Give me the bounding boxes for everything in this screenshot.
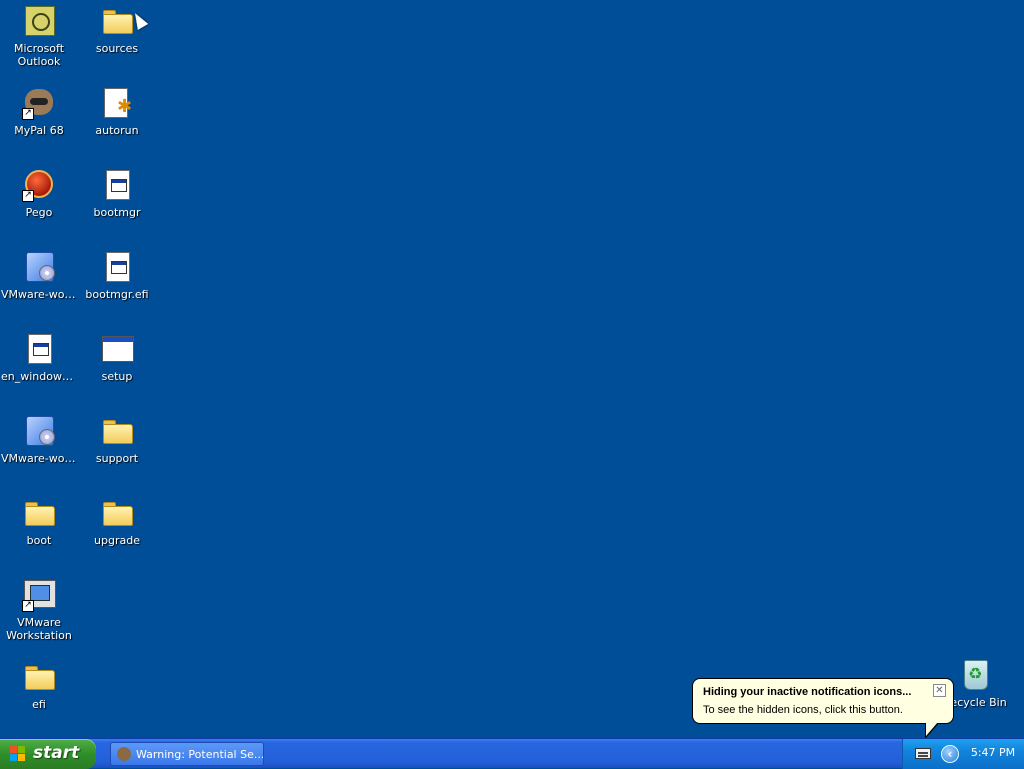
desktop-icon-label: upgrade	[94, 534, 140, 547]
recycle-bin-icon	[958, 658, 992, 692]
vmware-icon: ↗	[22, 578, 56, 612]
desktop-icon-label: bootmgr.efi	[85, 288, 149, 301]
folder-icon	[22, 660, 56, 694]
desktop-icon-label: Pego	[25, 206, 53, 219]
desktop-icon-label: VMware Workstation	[6, 616, 72, 642]
notification-balloon[interactable]: Hiding your inactive notification icons.…	[692, 678, 954, 739]
desktop-icon-bootmgr-efi[interactable]: bootmgr.efi	[78, 250, 156, 301]
folder-icon	[22, 496, 56, 530]
balloon-close-button[interactable]: ✕	[933, 684, 946, 697]
desktop-icon-en-windows[interactable]: en_windows...	[0, 332, 78, 383]
desktop-icon-boot[interactable]: boot	[0, 496, 78, 547]
exe-file-icon	[100, 250, 134, 284]
app-icon	[117, 747, 131, 761]
desktop-icon-label: sources	[95, 42, 139, 55]
taskbar-window-button[interactable]: Warning: Potential Se...	[110, 742, 264, 766]
shortcut-arrow-icon: ↗	[22, 600, 34, 612]
application-window-icon	[100, 332, 134, 366]
system-tray: ‹ 5:47 PM	[902, 739, 1024, 769]
desktop-icon-label: Microsoft Outlook	[13, 42, 65, 68]
desktop-icon-efi[interactable]: efi	[0, 660, 78, 711]
folder-icon	[100, 496, 134, 530]
shortcut-arrow-icon: ↗	[22, 108, 34, 120]
desktop-icon-pego[interactable]: ↗ Pego	[0, 168, 78, 219]
start-label: start	[33, 743, 80, 763]
start-button[interactable]: start	[0, 739, 96, 769]
shortcut-arrow-icon: ↗	[22, 190, 34, 202]
show-hidden-icons-button[interactable]: ‹	[941, 745, 959, 763]
balloon-title: Hiding your inactive notification icons.…	[703, 686, 912, 698]
exe-file-icon	[100, 168, 134, 202]
folder-icon	[100, 4, 134, 38]
taskbar: start Warning: Potential Se... ‹ 5:47 PM	[0, 738, 1024, 769]
autorun-icon	[100, 86, 134, 120]
desktop-icon-bootmgr[interactable]: bootmgr	[78, 168, 156, 219]
mypal-icon: ↗	[22, 86, 56, 120]
desktop[interactable]: Microsoft Outlook ↗ MyPal 68 ↗ Pego VMwa…	[0, 0, 1024, 738]
balloon-text: To see the hidden icons, click this butt…	[703, 704, 903, 716]
desktop-icon-label: setup	[101, 370, 133, 383]
desktop-icon-setup[interactable]: setup	[78, 332, 156, 383]
desktop-icon-label: bootmgr	[93, 206, 141, 219]
desktop-icon-autorun[interactable]: autorun	[78, 86, 156, 137]
folder-icon	[100, 414, 134, 448]
desktop-icon-label: en_windows...	[1, 370, 77, 383]
pego-icon: ↗	[22, 168, 56, 202]
outlook-icon	[22, 4, 56, 38]
desktop-icon-sources[interactable]: sources	[78, 4, 156, 55]
desktop-icon-label: autorun	[95, 124, 139, 137]
desktop-icon-microsoft-outlook[interactable]: Microsoft Outlook	[0, 4, 78, 68]
desktop-icon-mypal[interactable]: ↗ MyPal 68	[0, 86, 78, 137]
desktop-icon-label: VMware-wor...	[1, 452, 77, 465]
taskbar-window-label: Warning: Potential Se...	[136, 748, 264, 761]
exe-file-icon	[22, 332, 56, 366]
desktop-icon-label: boot	[26, 534, 52, 547]
clock[interactable]: 5:47 PM	[965, 746, 1021, 759]
desktop-icon-vmware-workstation[interactable]: ↗ VMware Workstation	[0, 578, 78, 642]
desktop-icon-upgrade[interactable]: upgrade	[78, 496, 156, 547]
desktop-icon-label: VMware-wor...	[1, 288, 77, 301]
desktop-icon-support[interactable]: support	[78, 414, 156, 465]
desktop-icon-label: efi	[32, 698, 46, 711]
windows-flag-icon	[10, 746, 26, 762]
desktop-icon-vmware-installer-1[interactable]: VMware-wor...	[0, 250, 78, 301]
installer-icon	[22, 250, 56, 284]
desktop-icon-label: MyPal 68	[14, 124, 64, 137]
installer-icon	[22, 414, 56, 448]
desktop-icon-label: support	[95, 452, 139, 465]
desktop-icon-vmware-installer-2[interactable]: VMware-wor...	[0, 414, 78, 465]
keyboard-icon[interactable]	[915, 748, 931, 759]
